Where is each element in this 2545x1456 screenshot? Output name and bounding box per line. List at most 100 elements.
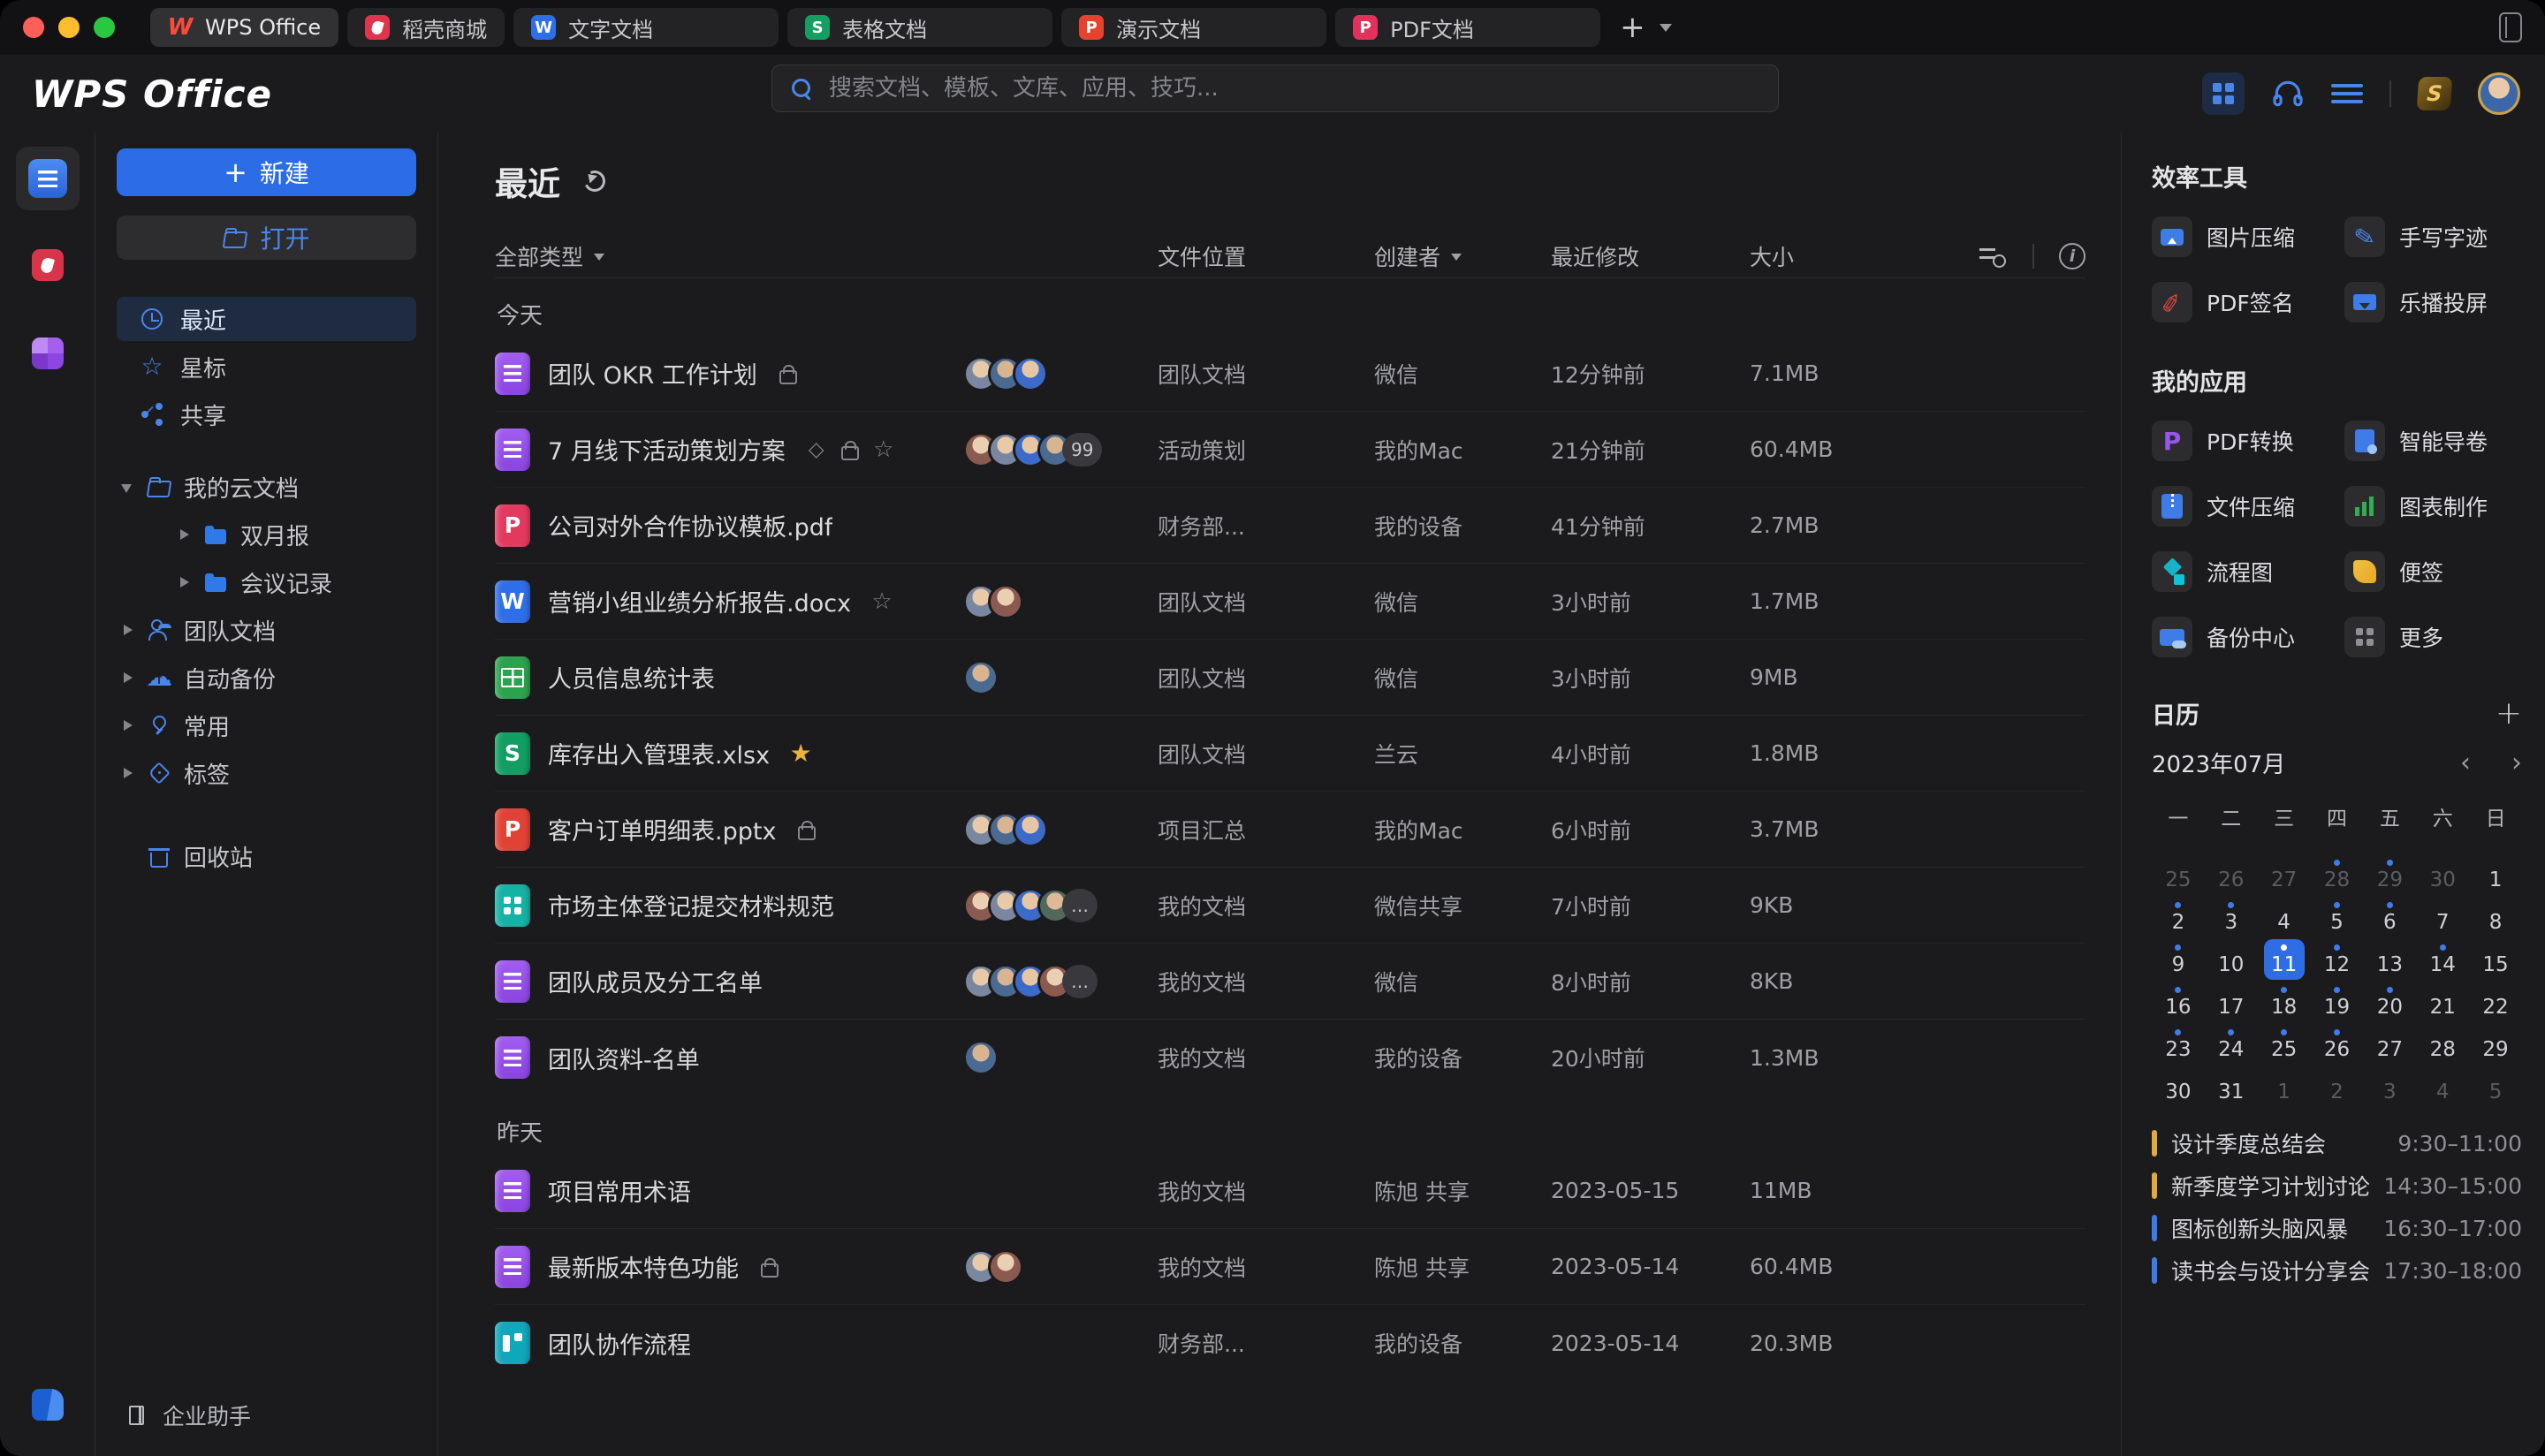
open-file-button[interactable]: 打开 [117, 216, 416, 260]
tree-caret-icon[interactable] [177, 575, 191, 589]
main-menu-icon[interactable] [2331, 84, 2363, 103]
calendar-day[interactable]: 14 [2422, 939, 2463, 980]
calendar-day[interactable]: 2 [2316, 1066, 2357, 1107]
app-item[interactable]: 文件压缩 [2152, 486, 2344, 527]
info-icon[interactable]: i [2059, 243, 2085, 269]
file-location[interactable]: 我的文档 [1158, 966, 1374, 997]
file-location[interactable]: 团队文档 [1158, 738, 1374, 770]
file-row[interactable]: 公司对外合作协议模板.pdf [495, 488, 2085, 564]
tab[interactable]: 表格文档 [787, 8, 1052, 47]
sidebar-tree-item[interactable]: 我的云文档 [117, 465, 416, 509]
calendar-day[interactable]: 11 [2264, 939, 2305, 980]
calendar-day[interactable]: 9 [2158, 939, 2199, 980]
file-row[interactable]: 客户订单明细表.pptx [495, 792, 2085, 868]
tree-caret-icon[interactable] [177, 527, 191, 542]
calendar-day[interactable]: 2 [2158, 897, 2199, 937]
calendar-day[interactable]: 10 [2211, 939, 2252, 980]
calendar-day[interactable]: 1 [2475, 854, 2516, 895]
calendar-day[interactable]: 22 [2475, 982, 2516, 1022]
support-headset-icon[interactable] [2271, 77, 2305, 110]
calendar-day[interactable]: 5 [2316, 897, 2357, 937]
calendar-day[interactable]: 6 [2369, 897, 2410, 937]
rail-docs-app-active[interactable] [16, 147, 80, 210]
file-location[interactable]: 团队文档 [1158, 586, 1374, 618]
file-location[interactable]: 我的文档 [1158, 1251, 1374, 1283]
calendar-day[interactable]: 27 [2369, 1024, 2410, 1065]
app-item[interactable]: PDF转换 [2152, 421, 2344, 461]
list-display-settings-icon[interactable] [1979, 243, 2008, 269]
tab-list-chevron-down-icon[interactable] [1660, 24, 1672, 38]
app-item[interactable]: 更多 [2344, 617, 2522, 657]
file-location[interactable]: 活动策划 [1158, 434, 1374, 466]
calendar-day[interactable]: 7 [2422, 897, 2463, 937]
column-header-creator[interactable]: 创建者 [1374, 240, 1551, 272]
file-row[interactable]: 人员信息统计表 [495, 640, 2085, 716]
app-launcher-grid-icon[interactable] [2202, 72, 2245, 115]
file-location[interactable]: 团队文档 [1158, 358, 1374, 390]
vip-member-badge[interactable]: S [2417, 77, 2453, 110]
calendar-day[interactable]: 21 [2422, 982, 2463, 1022]
calendar-day[interactable]: 5 [2475, 1066, 2516, 1107]
next-month-button[interactable]: › [2511, 747, 2522, 778]
sidebar-tree-item[interactable]: 常用 [117, 703, 416, 747]
calendar-day[interactable]: 3 [2369, 1066, 2410, 1107]
tool-item[interactable]: 乐播投屏 [2344, 282, 2522, 322]
sidebar-tree-item[interactable]: 标签 [117, 751, 416, 795]
column-header-location[interactable]: 文件位置 [1158, 240, 1374, 272]
sidebar-nav-item[interactable]: 最近 [117, 297, 416, 341]
enterprise-assistant[interactable]: 企业助手 [117, 1399, 416, 1431]
file-row[interactable]: 营销小组业绩分析报告.docx [495, 564, 2085, 640]
app-item[interactable]: 图表制作 [2344, 486, 2522, 527]
type-filter-dropdown[interactable]: 全部类型 [495, 240, 963, 272]
size-header-label[interactable]: 大小 [1750, 240, 1794, 272]
calendar-day[interactable]: 3 [2211, 897, 2252, 937]
calendar-day[interactable]: 26 [2316, 1024, 2357, 1065]
sidebar-nav-item[interactable]: 星标 [117, 345, 416, 389]
zoom-window-button[interactable] [94, 17, 115, 38]
calendar-day[interactable]: 30 [2422, 854, 2463, 895]
sidebar-tree-item[interactable]: 双月报 [117, 512, 416, 557]
docer-store-icon[interactable] [32, 249, 64, 281]
calendar-day[interactable]: 25 [2264, 1024, 2305, 1065]
calendar-day[interactable]: 31 [2211, 1066, 2252, 1107]
tree-caret-icon[interactable] [120, 480, 134, 494]
calendar-day[interactable]: 29 [2369, 854, 2410, 895]
file-row[interactable]: 库存出入管理表.xlsx [495, 716, 2085, 792]
column-header-modified[interactable]: 最近修改 [1551, 240, 1750, 272]
calendar-day[interactable]: 28 [2422, 1024, 2463, 1065]
close-window-button[interactable] [23, 17, 44, 38]
calendar-day[interactable]: 1 [2264, 1066, 2305, 1107]
calendar-day[interactable]: 20 [2369, 982, 2410, 1022]
calendar-day[interactable]: 25 [2158, 854, 2199, 895]
file-location[interactable]: 我的文档 [1158, 1175, 1374, 1207]
tree-caret-icon[interactable] [120, 623, 134, 637]
sidebar-tree-item[interactable]: 自动备份 [117, 656, 416, 700]
file-row[interactable]: 团队成员及分工名单 … [495, 944, 2085, 1020]
file-location[interactable]: 财务部... [1158, 510, 1374, 542]
app-item[interactable]: 备份中心 [2152, 617, 2344, 657]
sidebar-tree-item[interactable]: 会议记录 [117, 560, 416, 604]
tree-caret-icon[interactable] [120, 718, 134, 732]
tab[interactable]: WPS Office [150, 8, 338, 47]
enterprise-icon[interactable] [32, 1389, 64, 1421]
calendar-day[interactable]: 19 [2316, 982, 2357, 1022]
add-event-button[interactable]: + [2496, 698, 2522, 730]
file-row[interactable]: 市场主体登记提交材料规范 [495, 868, 2085, 944]
tab[interactable]: 文字文档 [513, 8, 779, 47]
search-input[interactable] [827, 74, 1760, 102]
apps-grid-icon[interactable] [32, 337, 64, 369]
app-item[interactable]: 流程图 [2152, 551, 2344, 592]
calendar-day[interactable]: 15 [2475, 939, 2516, 980]
global-search[interactable] [771, 64, 1779, 112]
new-tab-button[interactable]: + [1620, 12, 1645, 42]
tool-item[interactable]: 手写字迹 [2344, 216, 2522, 257]
calendar-event[interactable]: 设计季度总结会 9:30–11:00 [2152, 1122, 2522, 1164]
prev-month-button[interactable]: ‹ [2460, 747, 2471, 778]
tree-caret-icon[interactable] [120, 671, 134, 685]
calendar-day[interactable]: 16 [2158, 982, 2199, 1022]
file-location[interactable]: 团队文档 [1158, 662, 1374, 694]
tab[interactable]: 稻壳商城 [347, 8, 505, 47]
file-row[interactable]: 团队 OKR 工作计划 [495, 336, 2085, 412]
tab[interactable]: PDF文档 [1335, 8, 1600, 47]
calendar-event[interactable]: 读书会与设计分享会 17:30–18:00 [2152, 1249, 2522, 1292]
